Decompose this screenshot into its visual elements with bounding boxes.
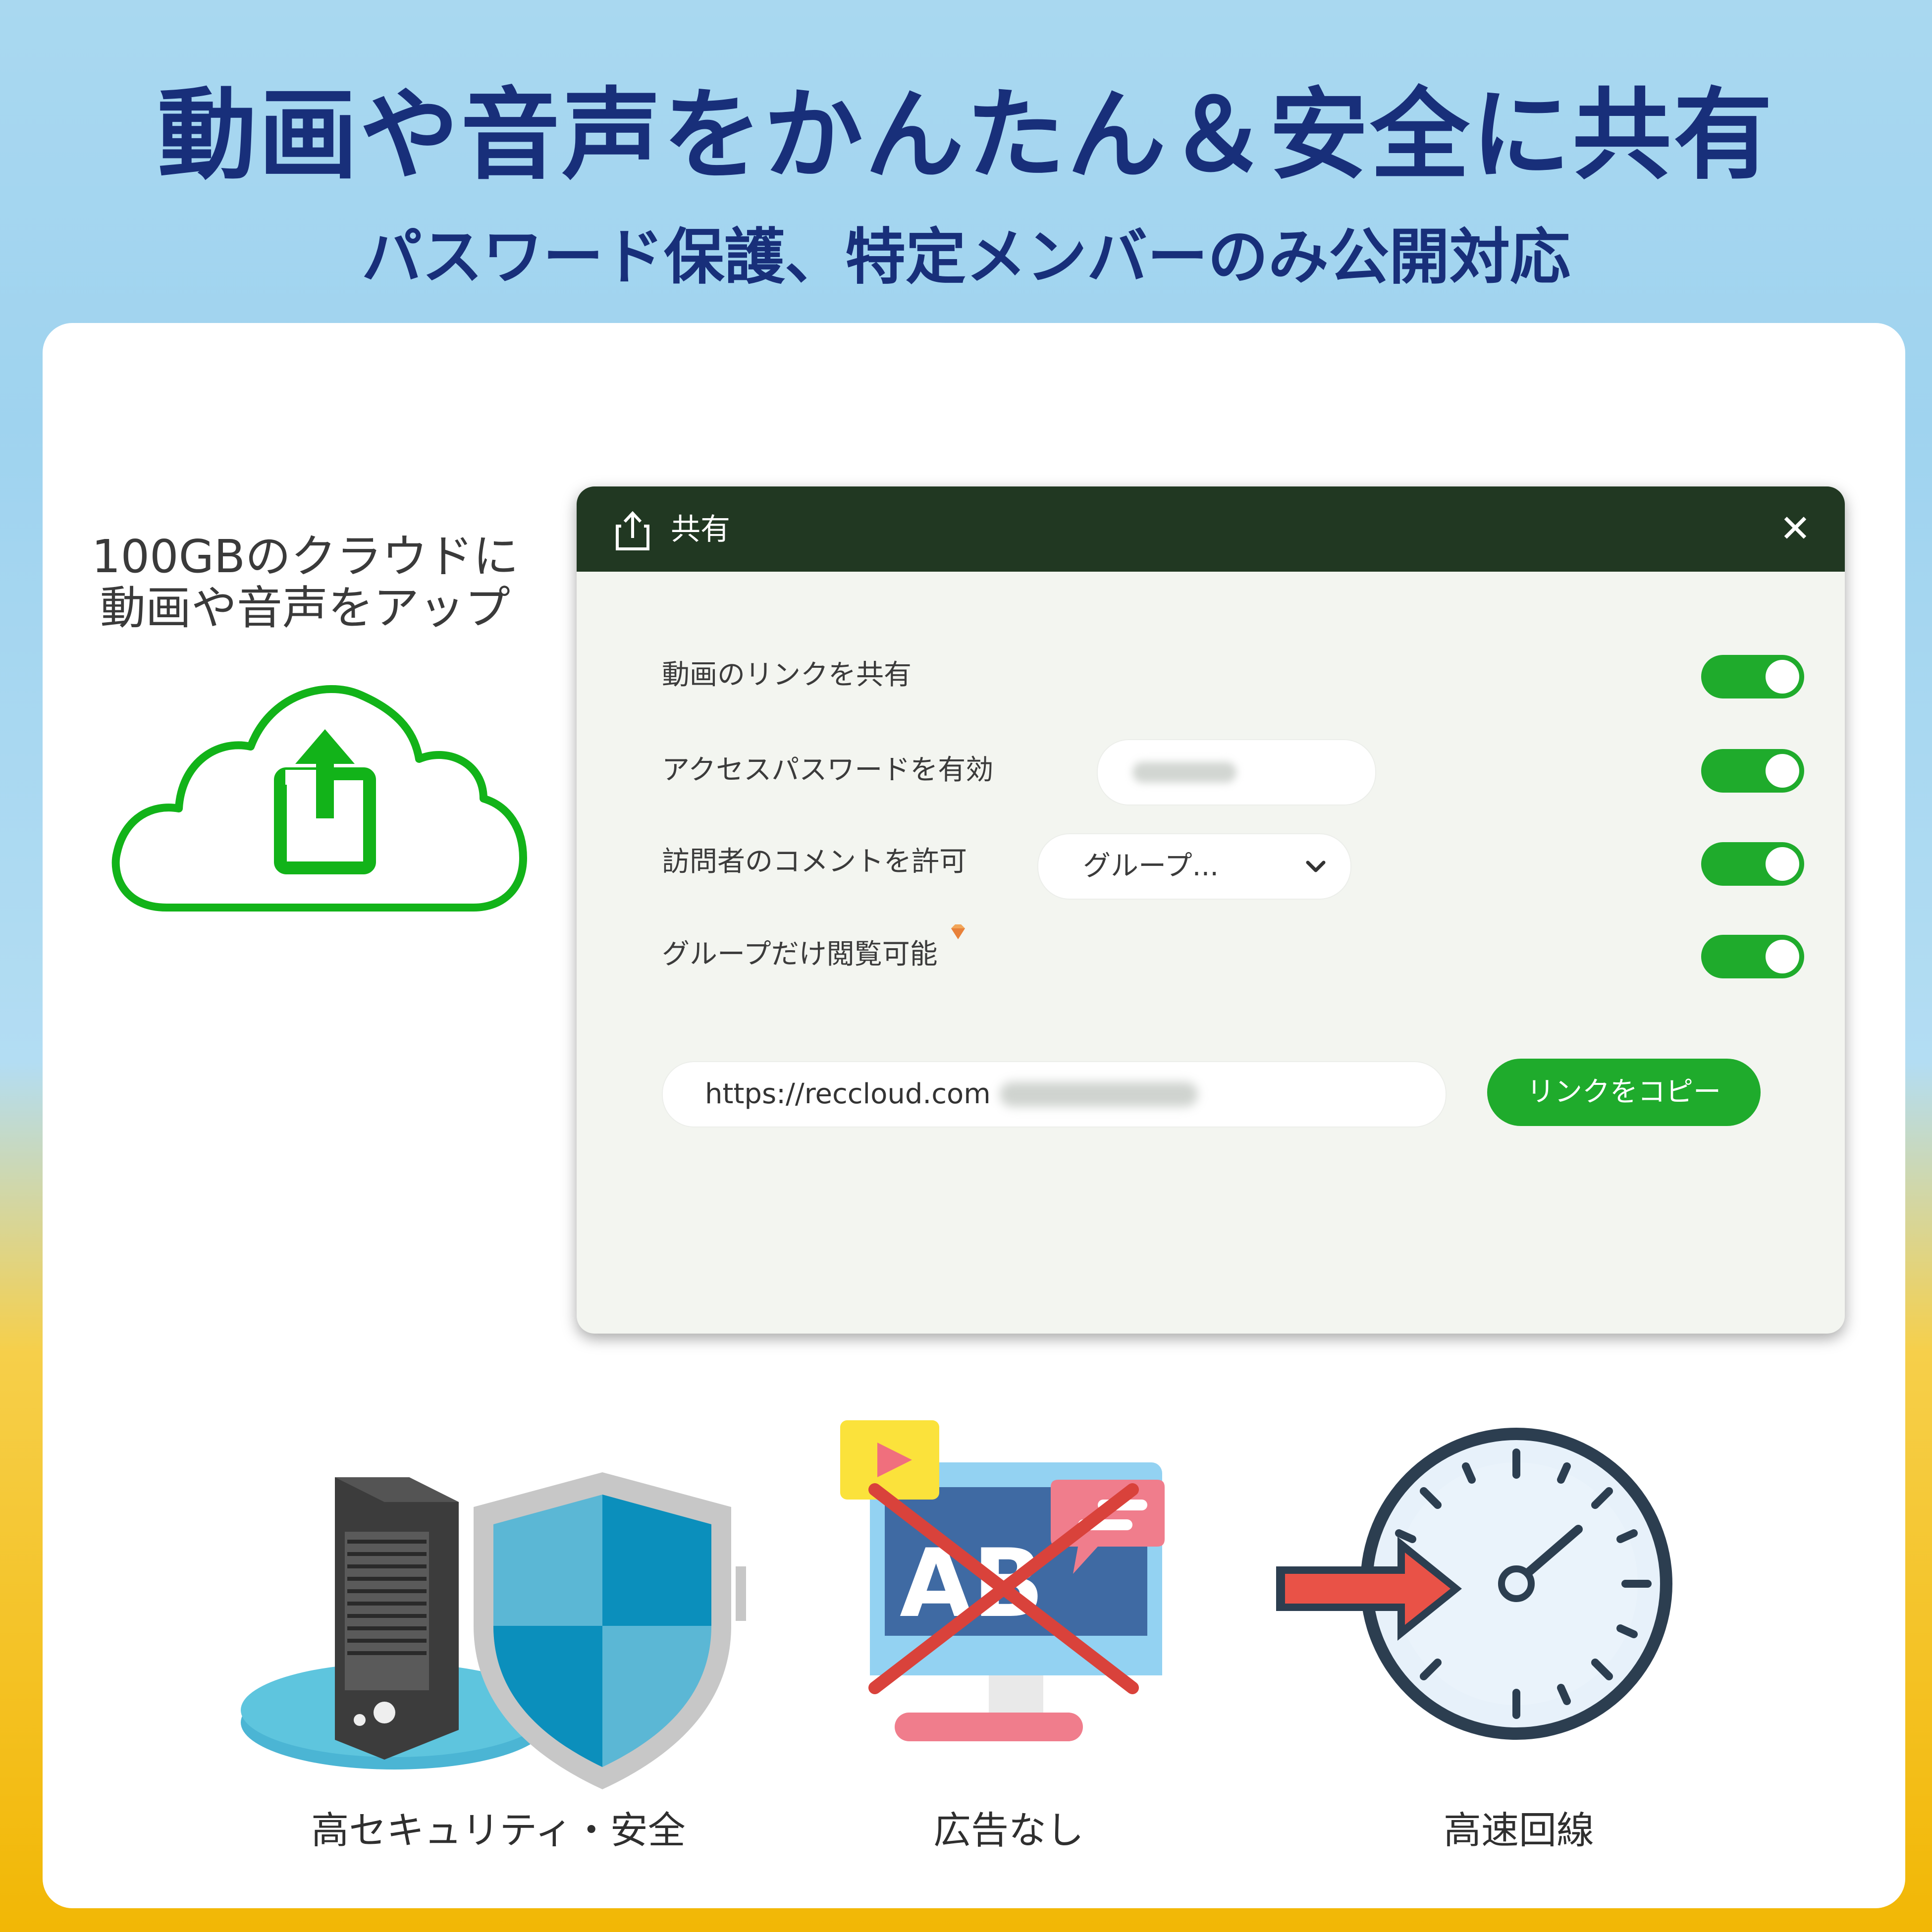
toggle-knob [1766,847,1799,881]
share-icon [611,509,654,552]
speed-clock-icon [1271,1418,1717,1765]
chevron-down-icon [1301,852,1331,881]
premium-gem-icon [948,922,968,942]
feature-label-speed: 高速回線 [1444,1808,1594,1852]
share-url-text: https://reccloud.com [705,1078,991,1110]
cloud-caption: 100GBのクラウドに 動画や音声をアップ [87,531,523,634]
share-dialog: 共有 ✕ 動画のリンクを共有 アクセスパスワードを有効 訪問者のコメントを許可 … [577,486,1845,1334]
cloud-upload-icon [92,640,538,937]
toggle-knob [1766,660,1799,694]
server-shield-icon [241,1443,747,1799]
comments-label: 訪問者のコメントを許可 [662,846,967,878]
cloud-caption-line1: 100GBのクラウドに [91,530,519,583]
content-card: 100GBのクラウドに 動画や音声をアップ 共有 ✕ 動画のリンクを共有 アクセ… [43,323,1905,1908]
group-select[interactable]: グループ... [1037,833,1351,900]
dialog-title: 共有 [671,512,730,547]
toggle-knob [1766,940,1799,973]
no-ads-monitor-icon: AB [840,1420,1187,1747]
close-icon[interactable]: ✕ [1775,509,1815,548]
password-toggle[interactable] [1701,749,1804,793]
password-field[interactable] [1097,739,1376,805]
toggle-knob [1766,754,1799,788]
share-url-redacted [1000,1082,1198,1107]
feature-label-no-ads: 広告なし [933,1808,1084,1852]
share-link-toggle[interactable] [1701,655,1804,698]
svg-text:AB: AB [900,1529,1044,1638]
password-redacted [1132,762,1236,783]
group-only-label: グループだけ閲覧可能 [662,938,938,970]
dialog-title-bar: 共有 ✕ [577,486,1845,572]
share-link-label: 動画のリンクを共有 [662,659,912,691]
feature-label-security: 高セキュリティ・安全 [311,1808,686,1852]
comments-toggle[interactable] [1701,842,1804,886]
password-label: アクセスパスワードを有効 [662,754,994,786]
group-only-toggle[interactable] [1701,935,1804,978]
cloud-caption-line2: 動画や音声をアップ [100,582,510,635]
group-select-value: グループ... [1083,850,1219,882]
copy-link-button[interactable]: リンクをコピー [1487,1059,1761,1126]
subheadline: パスワード保護、特定メンバーのみ公開対応 [362,222,1570,292]
headline: 動画や音声をかんたん＆安全に共有 [157,78,1774,193]
share-url-field[interactable]: https://reccloud.com [662,1061,1447,1127]
